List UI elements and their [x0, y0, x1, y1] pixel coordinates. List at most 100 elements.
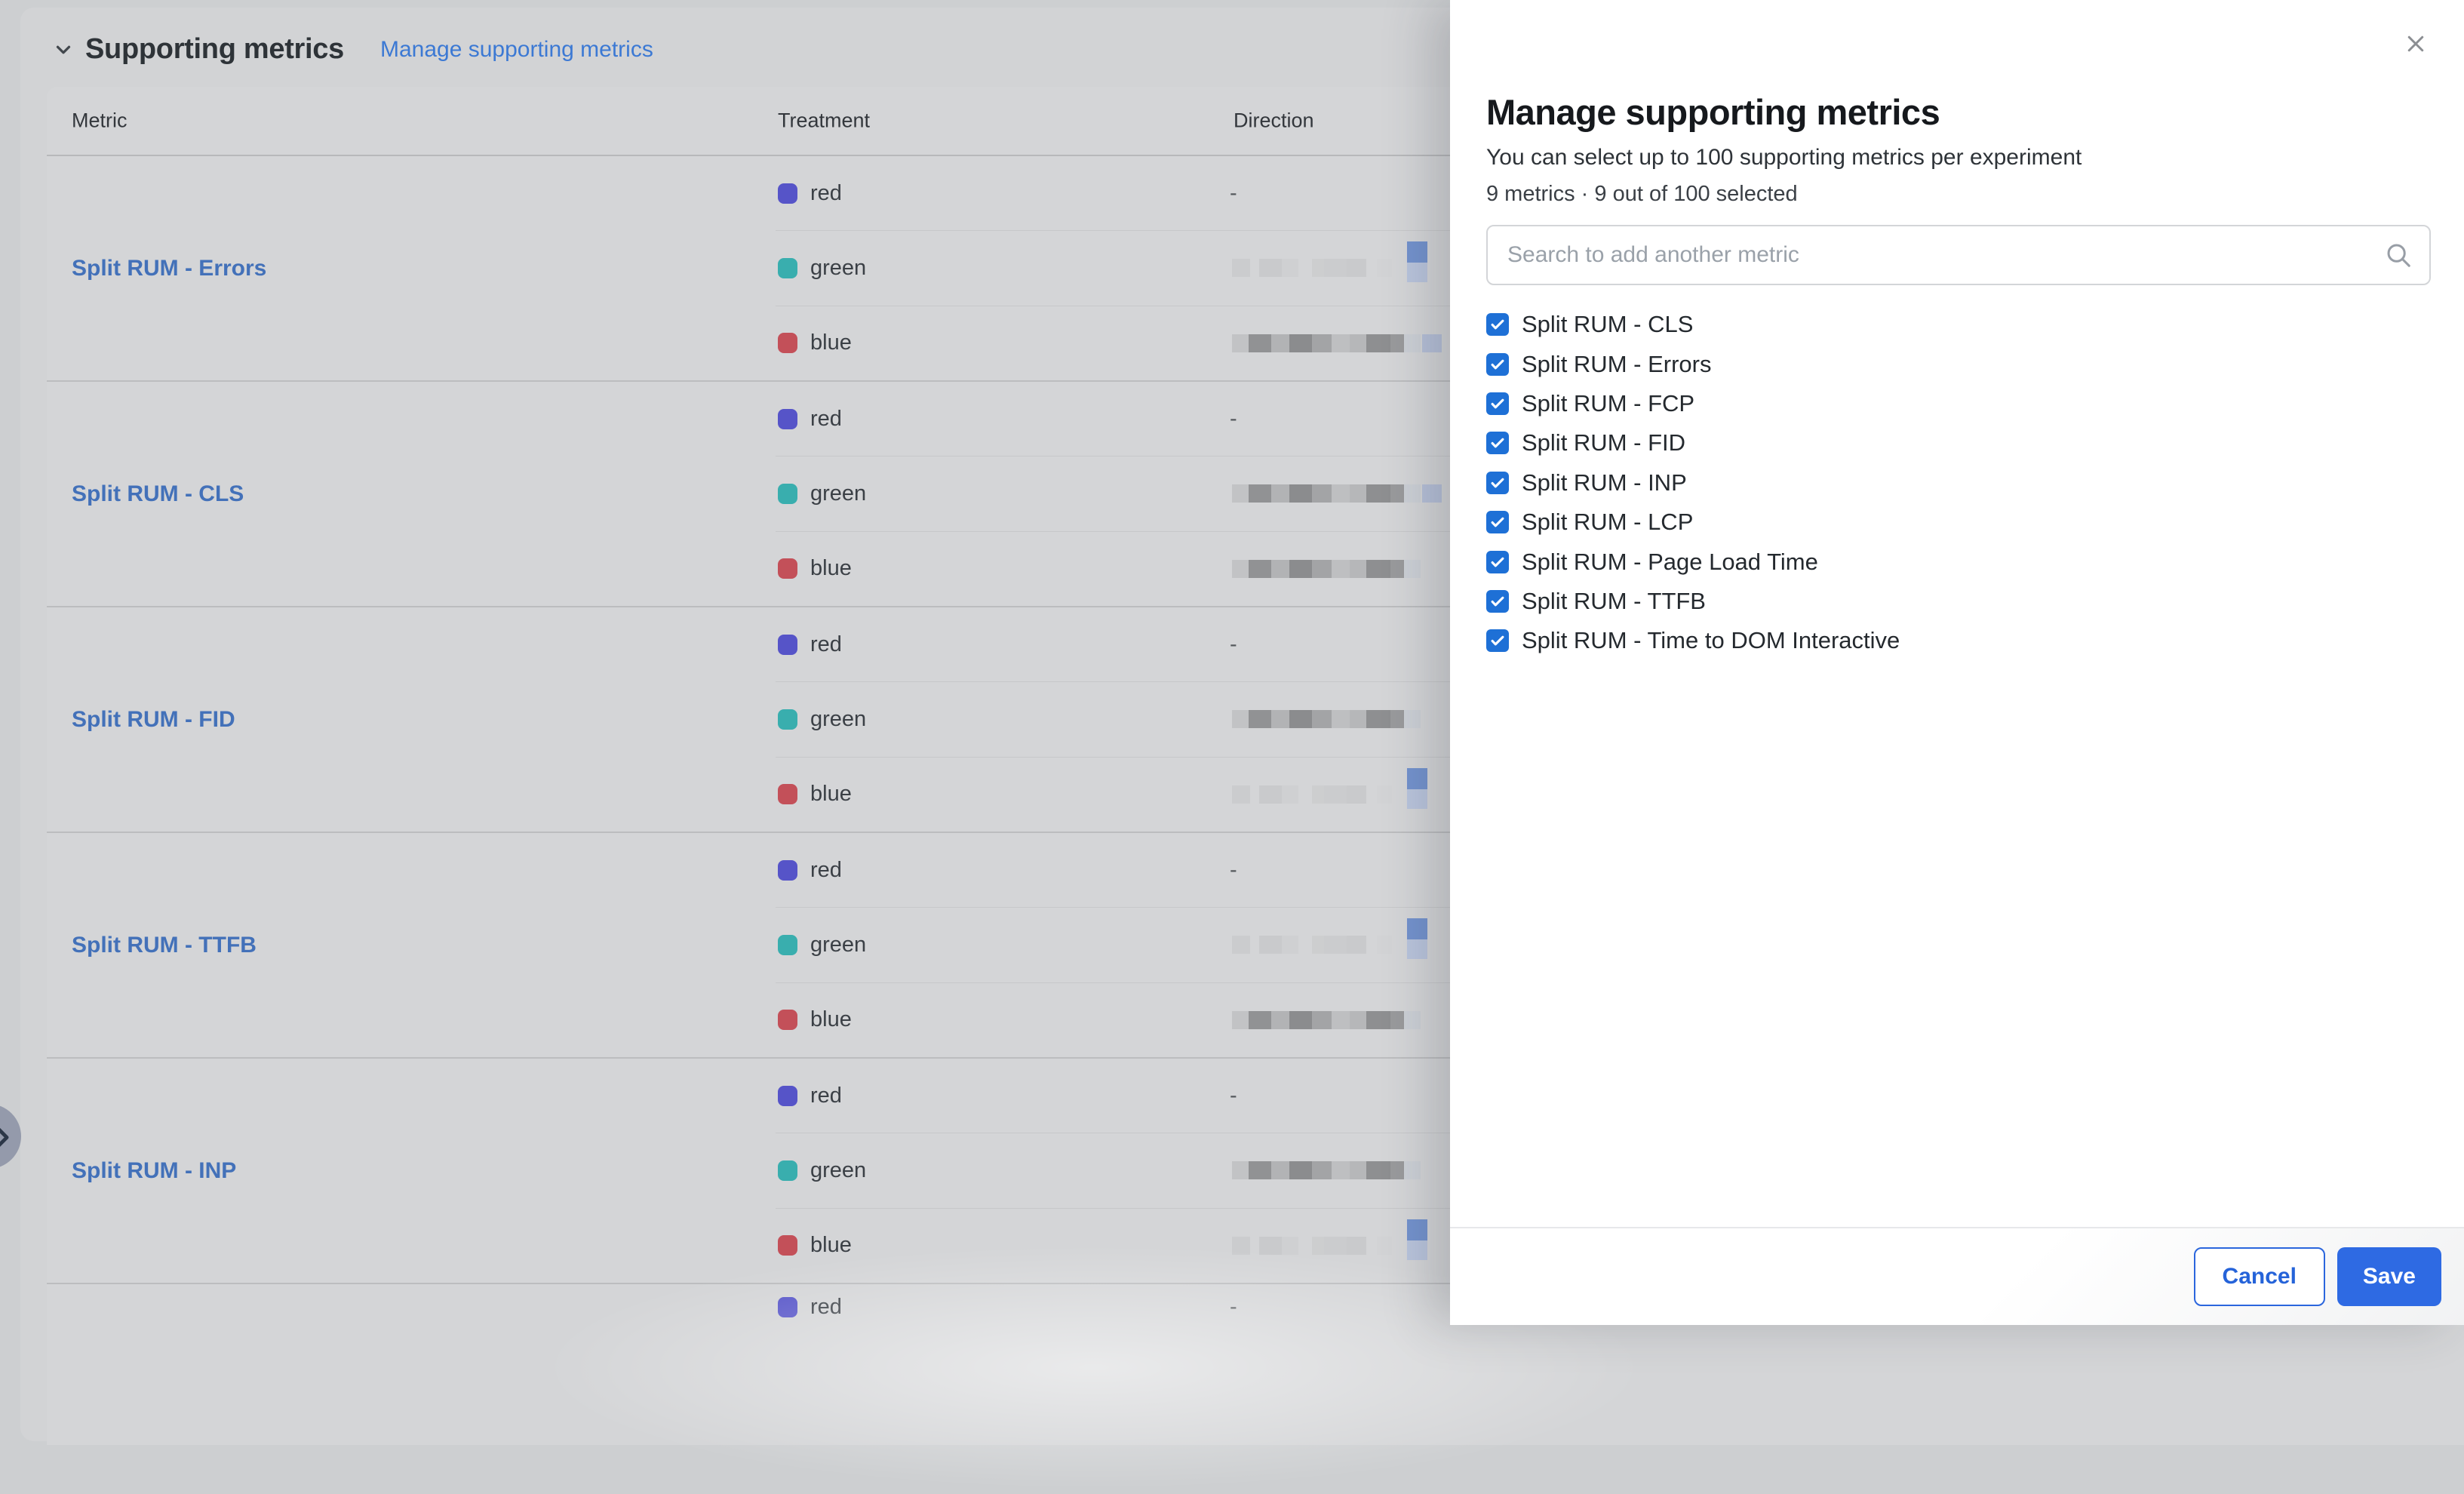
direction-dash: - — [1230, 859, 1237, 881]
checkbox-checked-icon[interactable] — [1486, 511, 1509, 533]
checkbox-checked-icon[interactable] — [1486, 472, 1509, 494]
checkbox-checked-icon[interactable] — [1486, 353, 1509, 376]
metric-checkbox-item[interactable]: Split RUM - LCP — [1486, 503, 2431, 542]
metric-checkbox-item[interactable]: Split RUM - INP — [1486, 463, 2431, 503]
treatment-label: blue — [810, 330, 852, 355]
redacted-value — [1232, 1161, 1421, 1179]
metric-cell: Split RUM - INP — [47, 1059, 776, 1283]
redacted-value — [1232, 1011, 1421, 1029]
direction-cell — [1219, 560, 1421, 578]
search-input[interactable] — [1486, 225, 2431, 285]
manage-supporting-metrics-link[interactable]: Manage supporting metrics — [380, 37, 653, 63]
panel-footer: Cancel Save — [1450, 1227, 2464, 1325]
treatment-label: red — [810, 1084, 842, 1108]
direction-cell — [1219, 780, 1427, 809]
metric-item-label: Split RUM - FCP — [1522, 390, 1694, 417]
manage-supporting-metrics-panel: Manage supporting metrics You can select… — [1450, 0, 2464, 1325]
direction-cell — [1219, 254, 1427, 282]
metric-checkbox-item[interactable]: Split RUM - Time to DOM Interactive — [1486, 621, 2431, 660]
treatment-swatch — [778, 935, 797, 955]
direction-dash: - — [1230, 1085, 1237, 1107]
treatment-label: green — [810, 1158, 866, 1183]
treatment-label: blue — [810, 1233, 852, 1258]
metric-checkbox-item[interactable]: Split RUM - Page Load Time — [1486, 542, 2431, 581]
metric-link[interactable]: Split RUM - CLS — [72, 481, 244, 507]
column-header-direction: Direction — [1234, 109, 1314, 133]
close-button[interactable] — [2401, 29, 2431, 59]
treatment-swatch — [778, 1160, 797, 1181]
direction-cell: - — [1219, 1085, 1237, 1107]
treatment-swatch — [778, 1297, 797, 1317]
direction-cell: - — [1219, 183, 1237, 204]
treatment-label: green — [810, 933, 866, 958]
checkbox-checked-icon[interactable] — [1486, 313, 1509, 336]
panel-subtitle: You can select up to 100 supporting metr… — [1486, 145, 2431, 171]
direction-cell — [1219, 930, 1427, 959]
metric-checkbox-item[interactable]: Split RUM - Errors — [1486, 344, 2431, 383]
checkbox-checked-icon[interactable] — [1486, 432, 1509, 454]
treatment-swatch — [778, 409, 797, 429]
treatment-swatch — [778, 558, 797, 579]
direction-dash: - — [1230, 183, 1237, 204]
treatment-swatch — [778, 258, 797, 278]
direction-dash: - — [1230, 1296, 1237, 1318]
direction-cell — [1219, 1161, 1421, 1179]
checkbox-checked-icon[interactable] — [1486, 551, 1509, 573]
chevron-down-icon[interactable] — [52, 38, 75, 61]
treatment-label: red — [810, 181, 842, 206]
cancel-button[interactable]: Cancel — [2194, 1247, 2325, 1306]
blue-change-chip — [1407, 918, 1427, 959]
treatment-label: red — [810, 407, 842, 432]
blue-change-chip — [1407, 241, 1427, 282]
metric-item-label: Split RUM - Time to DOM Interactive — [1522, 627, 1900, 654]
metric-link[interactable]: Split RUM - INP — [72, 1158, 236, 1184]
metric-checkbox-item[interactable]: Split RUM - FID — [1486, 423, 2431, 463]
metric-link[interactable]: Split RUM - TTFB — [72, 933, 257, 958]
metric-item-label: Split RUM - INP — [1522, 469, 1687, 496]
treatment-label: green — [810, 256, 866, 281]
pale-change-chip — [1422, 334, 1442, 352]
treatment-swatch — [778, 1235, 797, 1256]
metric-checkbox-item[interactable]: Split RUM - CLS — [1486, 305, 2431, 344]
metric-checkbox-item[interactable]: Split RUM - FCP — [1486, 384, 2431, 423]
treatment-swatch — [778, 709, 797, 730]
panel-title: Manage supporting metrics — [1486, 0, 2431, 133]
treatment-label: green — [810, 707, 866, 732]
selected-count-text: 9 metrics · 9 out of 100 selected — [1486, 182, 2431, 207]
metric-link[interactable]: Split RUM - Errors — [72, 256, 266, 281]
collapsed-widget-button[interactable] — [0, 1104, 21, 1169]
checkbox-checked-icon[interactable] — [1486, 590, 1509, 613]
pale-change-chip — [1422, 484, 1442, 503]
metric-item-label: Split RUM - LCP — [1522, 509, 1693, 536]
section-title: Supporting metrics — [85, 33, 344, 66]
treatment-swatch — [778, 333, 797, 353]
metric-cell: Split RUM - TTFB — [47, 833, 776, 1057]
panel-body: Manage supporting metrics You can select… — [1450, 0, 2464, 661]
treatment-swatch — [778, 635, 797, 655]
direction-cell — [1219, 1011, 1421, 1029]
treatment-label: red — [810, 1295, 842, 1320]
treatment-label: blue — [810, 782, 852, 807]
metric-checkbox-item[interactable]: Split RUM - TTFB — [1486, 582, 2431, 621]
redacted-value — [1232, 785, 1392, 804]
save-button[interactable]: Save — [2337, 1247, 2441, 1306]
metric-item-label: Split RUM - Errors — [1522, 351, 1711, 378]
metric-item-label: Split RUM - Page Load Time — [1522, 549, 1818, 576]
redacted-value — [1232, 710, 1421, 728]
direction-cell: - — [1219, 859, 1237, 881]
checkbox-checked-icon[interactable] — [1486, 392, 1509, 415]
redacted-value — [1232, 560, 1421, 578]
metric-item-label: Split RUM - CLS — [1522, 311, 1693, 338]
treatment-swatch — [778, 784, 797, 804]
direction-cell: - — [1219, 634, 1237, 656]
redacted-value — [1232, 334, 1442, 352]
checkbox-checked-icon[interactable] — [1486, 629, 1509, 652]
metric-link[interactable]: Split RUM - FID — [72, 707, 235, 733]
treatment-label: green — [810, 481, 866, 506]
treatment-swatch — [778, 1010, 797, 1030]
redacted-value — [1232, 1237, 1392, 1255]
treatment-swatch — [778, 183, 797, 204]
metric-cell: Split RUM - FID — [47, 607, 776, 832]
metric-item-label: Split RUM - TTFB — [1522, 588, 1706, 615]
metric-item-label: Split RUM - FID — [1522, 429, 1685, 456]
